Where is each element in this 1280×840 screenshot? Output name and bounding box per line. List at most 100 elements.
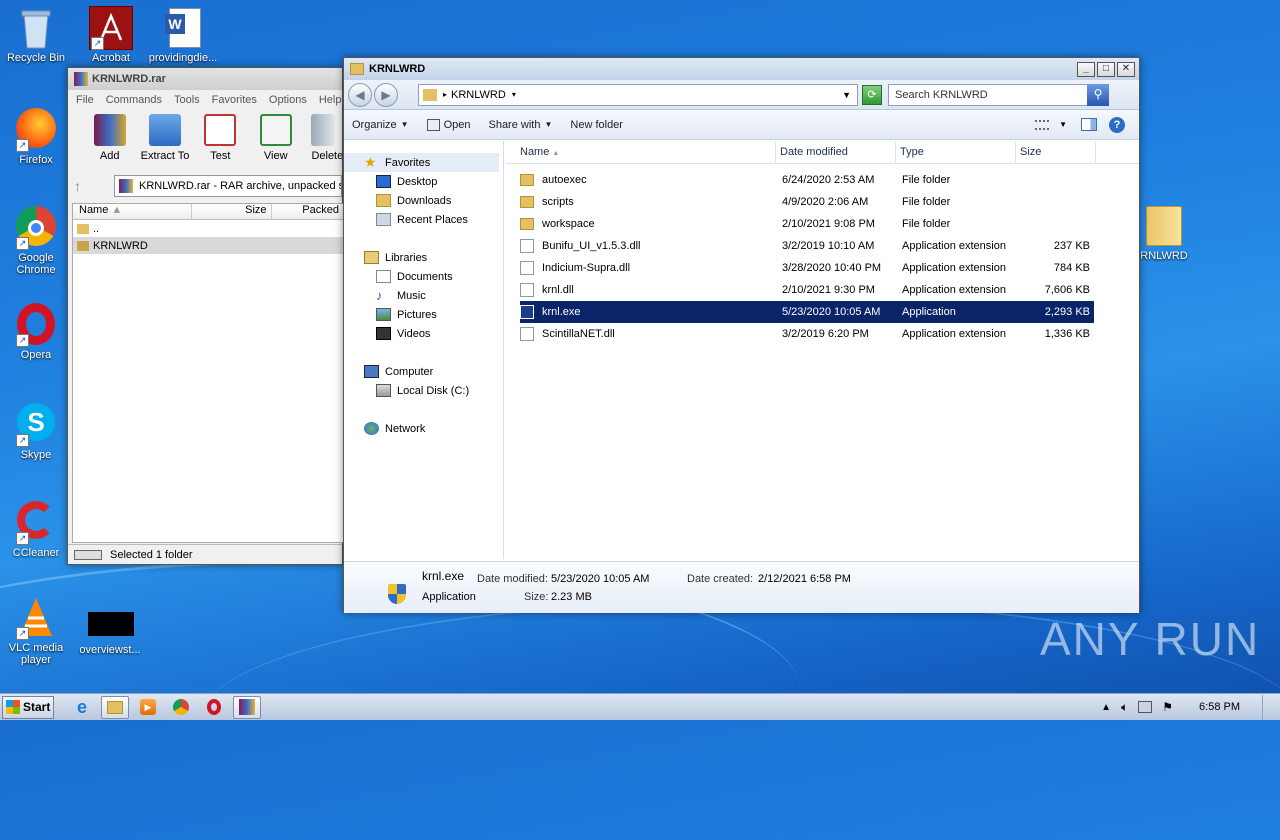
winrar-path-field[interactable]: KRNLWRD.rar - RAR archive, unpacked s <box>114 175 342 197</box>
col-packed[interactable]: Packed <box>272 204 343 219</box>
up-arrow-icon[interactable]: ↑ <box>74 178 114 194</box>
share-with-button[interactable]: Share with ▼ <box>488 119 552 131</box>
col-type[interactable]: Type <box>896 141 1016 163</box>
nav-pictures[interactable]: Pictures <box>344 305 503 324</box>
views-dropdown-icon[interactable]: ▼ <box>1059 120 1067 129</box>
nav-label: Desktop <box>397 175 438 188</box>
file-row[interactable]: krnl.exe 5/23/2020 10:05 AM Application 2,2… <box>520 301 1094 323</box>
winrar-menubar: File Commands Tools Favorites Options He… <box>68 90 342 110</box>
refresh-button[interactable]: ⟳ <box>862 84 882 105</box>
nav-recent-places[interactable]: Recent Places <box>344 210 503 229</box>
search-icon[interactable]: ⚲ <box>1087 83 1109 106</box>
address-history-dropdown-icon[interactable]: ▼ <box>842 90 851 100</box>
menu-commands[interactable]: Commands <box>106 94 162 106</box>
col-name[interactable]: Name ▲ <box>73 204 193 219</box>
menu-help[interactable]: Help <box>319 94 342 106</box>
nav-computer[interactable]: Computer <box>344 362 503 381</box>
action-center-flag-icon[interactable]: ⚑ <box>1162 700 1173 714</box>
desktop-icon-overview[interactable]: overviewst... <box>72 612 148 656</box>
winrar-row-krnlwrd[interactable]: KRNLWRD <box>73 237 343 254</box>
desktop-icon-recycle-bin[interactable]: Recycle Bin <box>0 6 74 64</box>
file-row[interactable]: krnl.dll 2/10/2021 9:30 PM Application ext… <box>520 279 1094 301</box>
taskbar-winrar-button[interactable] <box>233 695 261 719</box>
nav-videos[interactable]: Videos <box>344 324 503 343</box>
volume-icon[interactable]: 🔈︎ <box>1121 700 1128 715</box>
desktop-icon-word-doc[interactable]: W providingdie... <box>145 6 221 64</box>
nav-downloads[interactable]: Downloads <box>344 191 503 210</box>
explorer-window[interactable]: KRNLWRD _ □ ✕ ◀ ▶ ▸ KRNLWRD ▾ ▼ ⟳ Search… <box>343 57 1140 613</box>
winrar-row-parent[interactable]: .. <box>73 220 343 237</box>
col-date-modified[interactable]: Date modified <box>776 141 896 163</box>
nav-documents[interactable]: Documents <box>344 267 503 286</box>
file-row[interactable]: Bunifu_UI_v1.5.3.dll 3/2/2019 10:10 AM App… <box>520 235 1094 257</box>
file-row[interactable]: Indicium-Supra.dll 3/28/2020 10:40 PM Appl… <box>520 257 1094 279</box>
search-input[interactable]: Search KRNLWRD ⚲ <box>888 83 1109 106</box>
view-button[interactable]: View <box>248 114 303 166</box>
winrar-titlebar[interactable]: KRNLWRD.rar <box>68 68 342 90</box>
icon-label: providingdie... <box>148 52 218 64</box>
nav-local-disk[interactable]: Local Disk (C:) <box>344 381 503 400</box>
desktop-icon-skype[interactable]: S ↗ Skype <box>0 400 74 461</box>
desktop-icon-chrome[interactable]: ↗ Google Chrome <box>0 204 74 276</box>
breadcrumb-chevron-icon[interactable]: ▸ <box>443 90 447 99</box>
file-row[interactable]: workspace 2/10/2021 9:08 PM File folder <box>520 213 1094 235</box>
col-size[interactable]: Size <box>1016 141 1096 163</box>
breadcrumb-dropdown-icon[interactable]: ▾ <box>512 90 516 99</box>
col-size[interactable]: Size <box>192 204 272 219</box>
minimize-button[interactable]: _ <box>1077 61 1095 77</box>
views-icon[interactable] <box>1035 119 1050 130</box>
help-icon[interactable]: ? <box>1109 116 1125 133</box>
menu-file[interactable]: File <box>76 94 94 106</box>
nav-network[interactable]: Network <box>344 419 503 438</box>
desktop-icon-krnlwrd-folder[interactable]: RNLWRD <box>1138 204 1190 262</box>
details-modified-value: 5/23/2020 10:05 AM <box>551 573 650 585</box>
taskbar-opera-button[interactable] <box>200 696 228 719</box>
nav-desktop[interactable]: Desktop <box>344 172 503 191</box>
file-type: File folder <box>902 174 951 186</box>
breadcrumb-krnlwrd[interactable]: KRNLWRD <box>451 89 506 101</box>
menu-favorites[interactable]: Favorites <box>212 94 257 106</box>
maximize-button[interactable]: □ <box>1097 61 1115 77</box>
organize-button[interactable]: Organize ▼ <box>352 119 409 131</box>
file-date: 2/10/2021 9:08 PM <box>782 218 875 230</box>
winrar-title: KRNLWRD.rar <box>92 73 166 85</box>
file-row[interactable]: scripts 4/9/2020 2:06 AM File folder <box>520 191 1094 213</box>
desktop-icon-firefox[interactable]: ↗ Firefox <box>0 106 74 166</box>
add-button[interactable]: Add <box>82 114 137 166</box>
taskbar-explorer-button[interactable] <box>101 695 129 719</box>
taskbar-media-player-button[interactable]: ▶ <box>134 696 162 719</box>
open-button[interactable]: Open <box>426 118 470 131</box>
start-button[interactable]: Start <box>2 695 54 719</box>
nav-favorites[interactable]: ★ Favorites <box>344 153 499 172</box>
test-button[interactable]: Test <box>193 114 248 166</box>
downloads-icon <box>376 194 391 207</box>
nav-music[interactable]: ♪ Music <box>344 286 503 305</box>
winrar-window[interactable]: KRNLWRD.rar File Commands Tools Favorite… <box>67 67 344 565</box>
nav-libraries[interactable]: Libraries <box>344 248 503 267</box>
preview-pane-icon[interactable] <box>1081 118 1097 131</box>
col-name[interactable]: Name ▲ <box>506 141 776 163</box>
explorer-titlebar[interactable]: KRNLWRD _ □ ✕ <box>344 58 1139 80</box>
extract-to-button[interactable]: Extract To <box>137 114 192 166</box>
forward-button[interactable]: ▶ <box>374 82 398 107</box>
menu-options[interactable]: Options <box>269 94 307 106</box>
back-button[interactable]: ◀ <box>348 82 372 107</box>
tray-expand-icon[interactable]: ▲ <box>1101 702 1111 713</box>
network-tray-icon[interactable] <box>1138 701 1153 713</box>
show-desktop-button[interactable] <box>1262 694 1274 720</box>
desktop-icon-vlc[interactable]: ↗ VLC media player <box>0 596 74 666</box>
close-button[interactable]: ✕ <box>1117 61 1135 77</box>
delete-button[interactable]: Delete <box>303 114 342 166</box>
desktop-icon-opera[interactable]: ↗ Opera <box>0 302 74 361</box>
taskbar-chrome-button[interactable] <box>167 696 195 719</box>
taskbar-ie-button[interactable]: e <box>68 696 96 719</box>
file-row[interactable]: ScintillaNET.dll 3/2/2019 6:20 PM Applicat… <box>520 323 1094 345</box>
desktop-icon-ccleaner[interactable]: ↗ CCleaner <box>0 498 74 559</box>
clock[interactable]: 6:58 PM <box>1199 701 1240 713</box>
desktop-icon-acrobat[interactable]: ↗ Acrobat <box>73 6 149 64</box>
file-row[interactable]: autoexec 6/24/2020 2:53 AM File folder <box>520 169 1094 191</box>
nav-label: Videos <box>397 327 431 340</box>
address-bar[interactable]: ▸ KRNLWRD ▾ ▼ <box>418 83 858 106</box>
new-folder-button[interactable]: New folder <box>570 119 623 131</box>
menu-tools[interactable]: Tools <box>174 94 200 106</box>
